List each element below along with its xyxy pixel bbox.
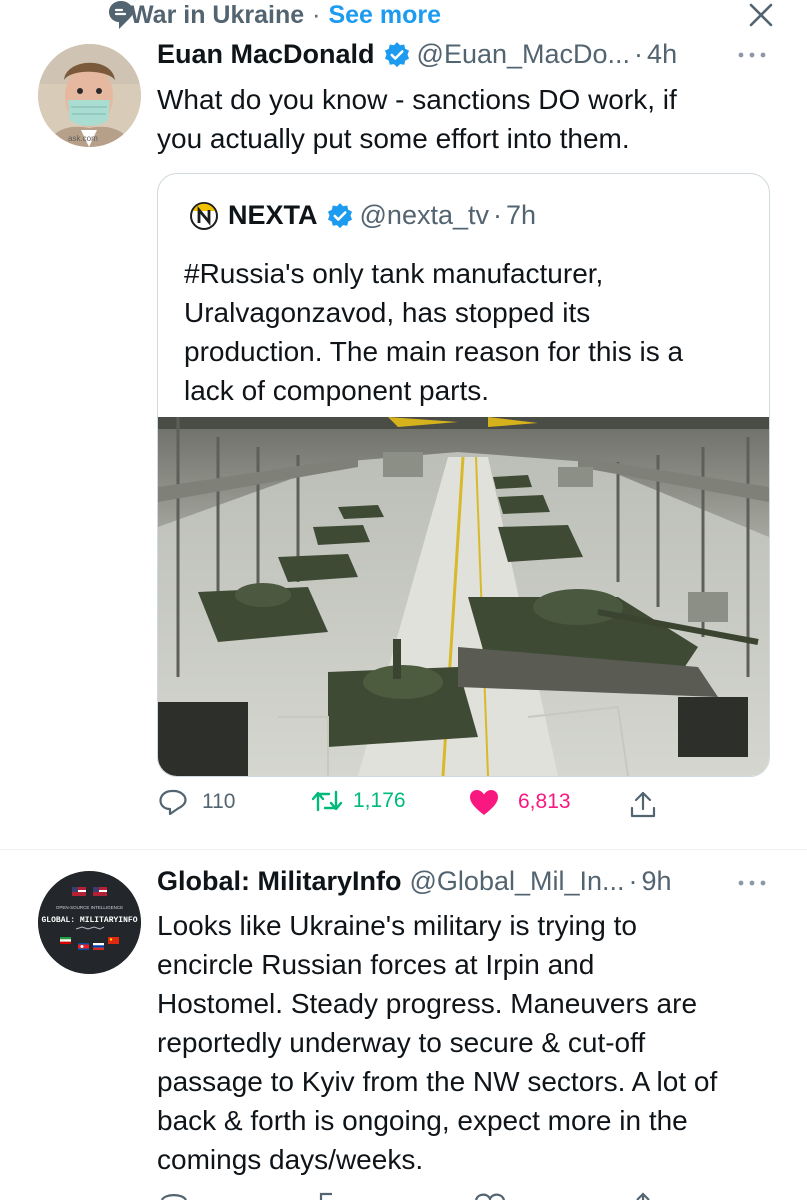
more-icon[interactable] <box>737 878 767 888</box>
retweet-count: 1,176 <box>353 789 406 812</box>
quoted-tweet-card[interactable]: NEXTA @nexta_tv · 7h #Russia's only tank… <box>157 173 770 777</box>
avatar-watermark: ask.com <box>68 134 98 143</box>
share-icon[interactable] <box>628 790 658 820</box>
see-more-link[interactable]: See more <box>328 1 441 30</box>
tweet-text: What do you know - sanctions DO work, if… <box>157 80 777 158</box>
like-button[interactable]: 6,813 <box>468 788 571 816</box>
quoted-tweet-header: NEXTA @nexta_tv · 7h <box>190 200 536 231</box>
tweet-text: Looks like Ukraine's military is trying … <box>157 906 787 1179</box>
divider <box>0 849 807 850</box>
heart-filled-icon <box>470 790 498 815</box>
quoted-text-line: #Russia's only tank manufacturer, <box>184 258 604 289</box>
avatar-main-text: GLOBAL: MILITARYINFO <box>41 916 137 925</box>
tweet-text-line: Looks like Ukraine's military is trying … <box>157 910 637 941</box>
separator-dot: · <box>628 866 638 896</box>
timestamp[interactable]: 9h <box>642 866 672 897</box>
tank-factory-photo[interactable] <box>158 417 769 776</box>
tweet-text-line: What do you know - sanctions DO work, if <box>157 84 677 115</box>
author-name[interactable]: Euan MacDonald <box>157 39 375 70</box>
quoted-author-name[interactable]: NEXTA <box>228 200 318 231</box>
quoted-tweet-text: #Russia's only tank manufacturer, Uralva… <box>184 254 754 410</box>
reply-count: 110 <box>202 790 236 813</box>
tweet-action-bar-partial <box>160 1192 650 1200</box>
separator-dot: · <box>493 200 502 230</box>
tweet-text-line: back & forth is ongoing, expect more in … <box>157 1105 688 1136</box>
tweet-text-line: Hostomel. Steady progress. Maneuvers are <box>157 988 698 1019</box>
avatar[interactable]: OPEN-SOURCE INTELLIGENCE GLOBAL: MILITAR… <box>38 871 141 974</box>
retweet-button[interactable]: 1,176 <box>311 788 406 814</box>
avatar-top-text: OPEN-SOURCE INTELLIGENCE <box>56 905 123 910</box>
verified-badge-icon <box>327 202 352 228</box>
timestamp[interactable]: 4h <box>647 39 677 70</box>
verified-badge-icon <box>384 41 409 67</box>
author-handle[interactable]: @Euan_MacDo... <box>417 39 631 70</box>
tweet-header: Global: MilitaryInfo @Global_Mil_In... ·… <box>157 866 672 897</box>
tweet-action-bar: 110 1,176 6,813 <box>158 788 678 828</box>
topic-icon <box>109 1 133 29</box>
separator-dot: · <box>634 39 644 69</box>
tweet-text-line: you actually put some effort into them. <box>157 123 630 154</box>
retweet-icon <box>311 790 343 812</box>
topic-label: War in Ukraine <box>130 0 305 29</box>
tweet-text-line: comings days/weeks. <box>157 1144 424 1175</box>
avatar[interactable]: ask.com <box>38 44 141 147</box>
tweet-text-line: passage to Kyiv from the NW sectors. A l… <box>157 1066 718 1097</box>
tweet-text-line: encircle Russian forces at Irpin and <box>157 949 595 980</box>
topic-context-row[interactable]: War in Ukraine · See more <box>108 0 441 30</box>
tweet-text-line: reportedly underway to secure & cut-off <box>157 1027 646 1058</box>
reply-button[interactable]: 110 <box>158 788 235 816</box>
close-icon[interactable] <box>742 0 778 32</box>
reply-icon <box>159 789 187 816</box>
more-icon[interactable] <box>737 50 767 60</box>
nexta-logo-icon <box>190 201 218 230</box>
quoted-text-line: lack of component parts. <box>184 375 490 406</box>
quoted-timestamp[interactable]: 7h <box>506 200 536 231</box>
quoted-text-line: production. The main reason for this is … <box>184 336 684 367</box>
quoted-text-line: Uralvagonzavod, has stopped its <box>184 297 591 328</box>
author-handle[interactable]: @Global_Mil_In... <box>410 866 625 897</box>
like-count: 6,813 <box>518 790 571 813</box>
quoted-author-handle[interactable]: @nexta_tv <box>360 200 489 231</box>
tweet-header: Euan MacDonald @Euan_MacDo... · 4h <box>157 39 677 70</box>
author-name[interactable]: Global: MilitaryInfo <box>157 866 402 897</box>
separator-dot: · <box>312 0 321 29</box>
